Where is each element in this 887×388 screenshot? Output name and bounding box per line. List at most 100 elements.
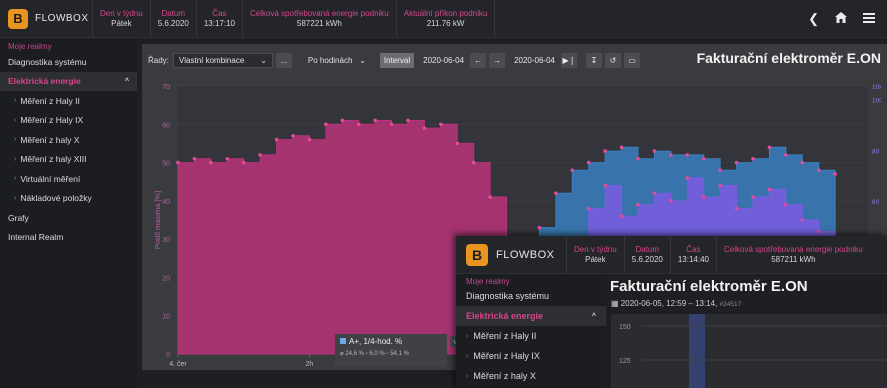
sidebar-item-electric-energy[interactable]: Elektrická energie ^ [0,71,137,91]
series-point[interactable] [734,160,739,165]
overlay-day-value: Pátek [585,254,606,264]
combination-select[interactable]: Vlastní kombinace ⌄ [172,52,273,68]
series-point[interactable] [816,229,821,234]
series-point[interactable] [537,225,542,230]
sidebar-item-hala-ix[interactable]: › Měření z Haly IX [0,111,137,131]
series-point[interactable] [652,191,657,195]
overlay-brand-logo[interactable]: B FLOWBOX [456,243,566,266]
overlay-sidebar-item-electric-energy[interactable]: Elektrická energie ^ [456,306,606,326]
header-time-label: Čas [212,8,227,18]
series-point[interactable] [324,122,328,127]
series-point[interactable] [471,160,476,165]
back-icon[interactable]: ❮ [808,11,819,27]
series-point[interactable] [586,160,591,165]
y-right-tick-label: 80 [872,148,880,155]
overlay-sidebar-item-diagnostics[interactable]: Diagnostika systému [456,286,606,306]
series-point[interactable] [833,172,837,176]
series-point[interactable] [718,183,722,188]
brand-logo[interactable]: B FLOWBOX [0,8,92,29]
prev-arrow-icon[interactable]: ← [470,52,487,68]
bullet-icon: › [14,155,17,163]
series-point[interactable] [816,168,821,173]
y-tick-label: 0 [166,352,170,359]
series-point[interactable] [669,153,673,157]
sidebar-item-hala-x[interactable]: › Měření z haly X [0,130,137,150]
sidebar-item-graphs[interactable]: Grafy [0,208,137,228]
sidebar-item-virtual[interactable]: › Virtuální měření [0,169,137,189]
series-point[interactable] [603,149,607,153]
series-point[interactable] [274,137,279,142]
series-point[interactable] [488,195,492,199]
more-button[interactable]: ... [275,52,292,68]
overlay-sidebar-item-hala-ix[interactable]: › Měření z Haly IX [456,346,606,366]
sidebar-item-label: Virtuální měření [20,173,81,184]
series-point[interactable] [751,156,755,161]
bullet-icon: › [466,332,469,340]
sidebar-item-costs[interactable]: › Nákladové položky [0,189,137,209]
series-point[interactable] [636,202,640,207]
series-point[interactable] [356,122,361,127]
series-point[interactable] [586,206,591,211]
skip-end-icon[interactable]: ▶❘ [560,52,577,68]
series-point[interactable] [554,191,558,195]
series-point[interactable] [389,122,394,127]
series-point[interactable] [603,183,607,188]
series-point[interactable] [800,160,805,165]
series-point[interactable] [241,160,246,165]
download-icon[interactable]: ↧ [585,52,602,68]
series-point[interactable] [636,156,640,161]
series-point[interactable] [340,118,345,123]
bullet-icon: › [14,194,17,202]
overlay-chart-svg: 150 125 [619,314,887,388]
reset-icon[interactable]: ↺ [604,52,621,68]
sidebar-item-hala-xiii[interactable]: › Měření z haly XIII [0,150,137,170]
brand-name: FLOWBOX [35,13,89,24]
sidebar-item-hala-ii[interactable]: › Měření z Haly II [0,91,137,111]
header-power-cell: Aktuální příkon podniku 211.76 kW [395,0,496,38]
series-point[interactable] [784,153,788,157]
series-point[interactable] [784,202,788,207]
series-point[interactable] [570,168,575,173]
series-point[interactable] [619,214,624,218]
series-point[interactable] [751,195,755,199]
sidebar-item-label: Internal Realm [8,232,64,243]
series-point[interactable] [800,218,805,222]
series-point[interactable] [718,168,722,173]
series-point[interactable] [291,133,295,138]
series-point[interactable] [669,199,673,203]
series-point[interactable] [619,145,624,150]
series-point[interactable] [767,145,772,150]
series-point[interactable] [701,156,706,161]
menu-icon[interactable] [863,11,875,26]
series-point[interactable] [307,137,312,142]
sidebar-item-internal-realm[interactable]: Internal Realm [0,228,137,248]
granularity-select[interactable]: Po hodinách ⌄ [303,53,371,68]
date-from[interactable]: 2020-06-04 [423,56,464,65]
interval-button[interactable]: Interval [379,52,415,68]
series-point[interactable] [455,141,460,146]
series-point[interactable] [373,118,377,123]
delete-icon[interactable]: ▭ [623,52,640,68]
series-point[interactable] [734,206,739,211]
series-point[interactable] [406,118,410,123]
series-point[interactable] [767,187,772,192]
sidebar-item-diagnostics[interactable]: Diagnostika systému [0,52,137,72]
series-point[interactable] [685,153,690,157]
series-point[interactable] [685,176,690,180]
series-point[interactable] [192,156,197,161]
date-to[interactable]: 2020-06-04 [514,56,555,65]
series-point[interactable] [422,126,427,130]
series-point[interactable] [258,153,262,157]
series-point[interactable] [439,122,443,127]
series-point[interactable] [225,156,230,161]
next-arrow-icon[interactable]: → [489,52,506,68]
series-point[interactable] [652,149,657,153]
series-point[interactable] [176,160,180,165]
legend-box[interactable]: A+, 1/4-hod. % ⌀ 24,6 % ▫ 6,0 % ▫ 54,1 % [335,334,447,367]
home-icon[interactable] [835,11,847,26]
series-point[interactable] [209,160,213,165]
series-point[interactable] [701,195,706,199]
bullet-icon: › [14,116,17,124]
overlay-sidebar-item-hala-ii[interactable]: › Měření z Haly II [456,326,606,346]
overlay-sidebar-item-hala-x[interactable]: › Měření z haly X [456,366,606,386]
